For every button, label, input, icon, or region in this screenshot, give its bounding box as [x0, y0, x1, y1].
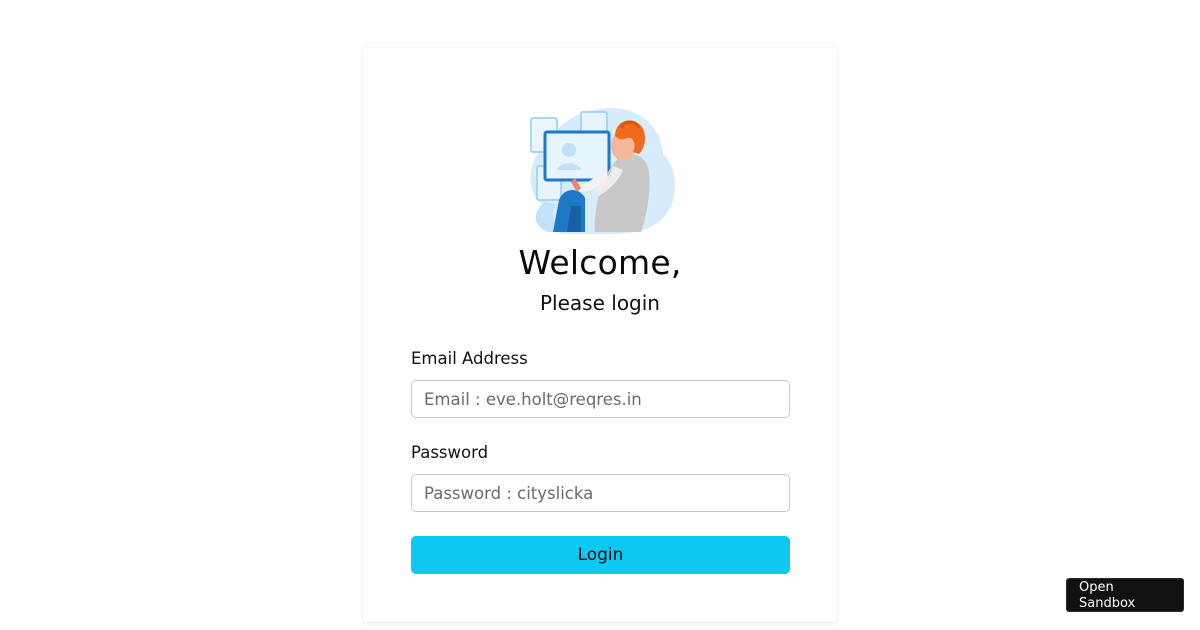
open-sandbox-button[interactable]: Open Sandbox [1066, 578, 1184, 612]
password-label: Password [411, 443, 489, 462]
person-using-screens-illustration [530, 108, 675, 234]
email-label: Email Address [411, 349, 528, 368]
login-button[interactable]: Login [411, 536, 790, 574]
password-field[interactable] [411, 474, 790, 512]
page: Welcome, Please login Email Address Pass… [0, 0, 1200, 630]
login-card: Welcome, Please login Email Address Pass… [363, 48, 837, 622]
welcome-heading: Welcome, [518, 243, 682, 282]
login-subtitle: Please login [540, 291, 660, 315]
email-field[interactable] [411, 380, 790, 418]
